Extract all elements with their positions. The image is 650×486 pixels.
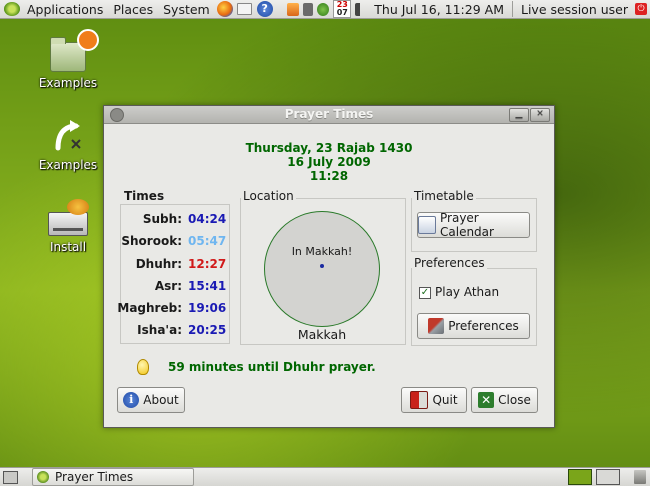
bottom-panel: Prayer Times [0, 467, 650, 486]
calendar-badge-month: 07 [336, 8, 348, 17]
desktop-icon-label: Install [49, 240, 87, 254]
prayer-calendar-button[interactable]: Prayer Calendar [417, 211, 530, 239]
workspace-2[interactable] [596, 469, 620, 485]
session-user[interactable]: Live session user [516, 2, 633, 17]
prayer-label: Asr: [154, 279, 182, 293]
prayer-time: 15:41 [188, 279, 227, 293]
hijri-date: Thursday, 23 Rajab 1430 [245, 141, 413, 155]
panel-separator [511, 1, 513, 17]
location-city: Makkah [297, 327, 347, 342]
time-row-shorook: Shorook: 05:47 [121, 234, 227, 254]
window-titlebar[interactable]: Prayer Times ▁ ✕ [104, 106, 554, 124]
menu-applications[interactable]: Applications [22, 2, 108, 17]
power-icon[interactable]: ⏻ [635, 3, 647, 15]
volume-icon[interactable] [355, 2, 368, 16]
time-row-maghreb: Maghreb: 19:06 [117, 301, 227, 321]
prayer-label: Isha'a: [137, 323, 182, 337]
next-prayer-message: 59 minutes until Dhuhr prayer. [168, 360, 376, 374]
close-label: Close [498, 393, 531, 407]
prayer-label: Dhuhr: [135, 257, 182, 271]
info-icon: i [123, 392, 140, 408]
time-row-subh: Subh: 04:24 [126, 212, 226, 232]
desktop-icon-install[interactable]: Install [28, 198, 108, 254]
minimize-icon[interactable]: ▁ [509, 108, 529, 122]
gregorian-date: 16 July 2009 [287, 155, 371, 169]
timetable-title: Timetable [412, 189, 476, 203]
trash-icon[interactable] [634, 470, 646, 484]
notification-icon[interactable] [287, 2, 300, 16]
symlink-arrow-icon [55, 120, 81, 151]
location-title: Location [241, 189, 296, 203]
lock-badge-icon [77, 29, 99, 51]
calendar-badge-icon[interactable]: 23 07 [333, 0, 352, 18]
location-map[interactable] [264, 211, 380, 327]
date-display: Thursday, 23 Rajab 1430 16 July 2009 11:… [104, 141, 554, 183]
taskbar-label: Prayer Times [55, 470, 134, 484]
prayer-time: 04:24 [188, 212, 227, 226]
prayer-time: 20:25 [188, 323, 227, 337]
quit-button[interactable]: Quit [401, 387, 467, 413]
play-athan-checkbox[interactable]: ✓ [419, 287, 431, 299]
ubuntu-logo-icon[interactable] [4, 2, 20, 16]
location-map-text: In Makkah! [291, 245, 353, 258]
play-athan-label[interactable]: Play Athan [435, 285, 499, 299]
help-icon[interactable]: ? [256, 1, 273, 17]
firefox-icon[interactable] [216, 1, 233, 17]
current-time: 11:28 [309, 169, 349, 183]
show-desktop-icon[interactable] [3, 470, 18, 484]
system-tray: 23 07 Thu Jul 16, 11:29 AM Live session u… [285, 0, 650, 18]
prayer-time: 19:06 [188, 301, 227, 315]
prayer-times-app-icon [37, 471, 49, 483]
menu-places[interactable]: Places [108, 2, 158, 17]
times-title: Times [122, 189, 167, 203]
window-title: Prayer Times [284, 107, 374, 121]
about-button[interactable]: i About [117, 387, 185, 413]
location-marker-icon [320, 264, 324, 268]
prayer-time: 12:27 [188, 257, 227, 271]
close-button[interactable]: ✕ Close [471, 387, 538, 413]
close-window-icon[interactable]: ✕ [530, 108, 550, 122]
desktop-icon-label: Examples [38, 158, 98, 172]
prayer-label: Subh: [142, 212, 182, 226]
mail-icon[interactable] [237, 1, 253, 17]
prayer-times-window: Prayer Times ▁ ✕ Thursday, 23 Rajab 1430… [103, 105, 555, 428]
install-drive-icon [48, 199, 89, 236]
desktop-icon-label: Examples [38, 76, 98, 90]
top-panel: Applications Places System ? 23 07 Thu Ju… [0, 0, 650, 19]
folder-icon [50, 29, 99, 72]
calendar-search-icon [418, 216, 436, 234]
time-row-asr: Asr: 15:41 [126, 279, 226, 299]
close-icon: ✕ [478, 392, 495, 408]
time-row-dhuhr: Dhuhr: 12:27 [126, 257, 227, 277]
network-icon[interactable] [303, 2, 314, 16]
workspace-area [566, 469, 650, 485]
about-label: About [143, 393, 179, 407]
tools-icon [428, 318, 445, 334]
window-menu-icon[interactable] [110, 108, 124, 122]
workspace-1[interactable] [568, 469, 592, 485]
quit-label: Quit [432, 393, 458, 407]
preferences-title: Preferences [412, 256, 487, 270]
prayer-label: Maghreb: [117, 301, 182, 315]
exit-icon [410, 391, 429, 409]
update-icon[interactable] [317, 2, 330, 16]
prayer-calendar-label: Prayer Calendar [440, 211, 494, 239]
clock[interactable]: Thu Jul 16, 11:29 AM [369, 2, 509, 17]
taskbar-button-prayer-times[interactable]: Prayer Times [32, 468, 194, 486]
menu-system[interactable]: System [158, 2, 215, 17]
preferences-button-label: Preferences [448, 319, 519, 333]
lightbulb-icon [137, 359, 149, 375]
prayer-time: 05:47 [188, 234, 227, 248]
preferences-button[interactable]: Preferences [417, 313, 530, 339]
desktop-icon-examples-folder[interactable]: Examples [28, 28, 108, 90]
prayer-label: Shorook: [121, 234, 182, 248]
desktop-icon-examples-link[interactable]: Examples [28, 118, 108, 172]
time-row-ishaa: Isha'a: 20:25 [126, 323, 226, 343]
